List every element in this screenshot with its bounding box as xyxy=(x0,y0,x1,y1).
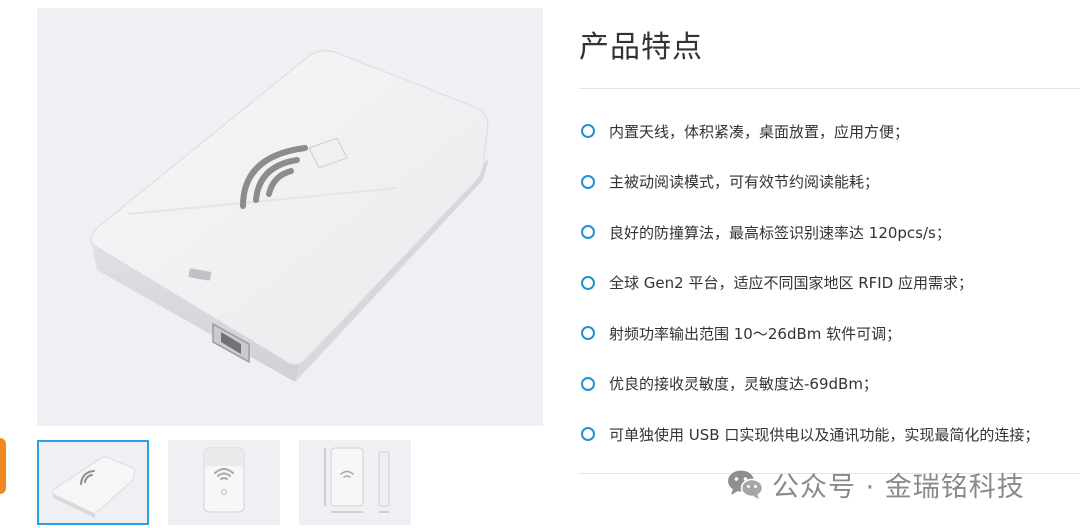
circle-bullet-icon xyxy=(581,174,595,189)
feature-text: 主被动阅读模式，可有效节约阅读能耗； xyxy=(609,173,880,192)
rfid-reader-dimensions-thumbnail[interactable] xyxy=(299,440,411,525)
list-item: 内置天线，体积紧凑，桌面放置，应用方便； xyxy=(579,106,1079,157)
list-item: 射频功率输出范围 10～26dBm 软件可调； xyxy=(579,308,1079,359)
list-item: 主被动阅读模式，可有效节约阅读能耗； xyxy=(579,157,1079,208)
list-item: 良好的防撞算法，最高标签识别速率达 120pcs/s； xyxy=(579,207,1079,258)
circle-bullet-icon xyxy=(581,427,595,442)
circle-bullet-icon xyxy=(581,124,595,139)
side-tab[interactable] xyxy=(0,438,6,494)
rfid-reader-device-image xyxy=(37,8,543,426)
feature-list: 内置天线，体积紧凑，桌面放置，应用方便； 主被动阅读模式，可有效节约阅读能耗； … xyxy=(579,106,1079,460)
divider xyxy=(579,88,1080,89)
feature-text: 优良的接收灵敏度，灵敏度达-69dBm； xyxy=(609,375,878,394)
section-title: 产品特点 xyxy=(579,30,703,65)
list-item: 可单独使用 USB 口实现供电以及通讯功能，实现最简化的连接； xyxy=(579,409,1079,460)
circle-bullet-icon xyxy=(581,326,595,341)
feature-text: 可单独使用 USB 口实现供电以及通讯功能，实现最简化的连接； xyxy=(609,425,1040,444)
feature-text: 射频功率输出范围 10～26dBm 软件可调； xyxy=(609,324,902,343)
circle-bullet-icon xyxy=(581,376,595,391)
watermark-text: 公众号 · 金瑞铭科技 xyxy=(772,471,1025,503)
rfid-reader-front-thumbnail[interactable] xyxy=(168,440,280,525)
list-item: 优良的接收灵敏度，灵敏度达-69dBm； xyxy=(579,359,1079,410)
feature-text: 全球 Gen2 平台，适应不同国家地区 RFID 应用需求； xyxy=(609,274,974,293)
circle-bullet-icon xyxy=(581,275,595,290)
wechat-icon xyxy=(726,468,764,500)
feature-text: 良好的防撞算法，最高标签识别速率达 120pcs/s； xyxy=(609,223,951,242)
list-item: 全球 Gen2 平台，适应不同国家地区 RFID 应用需求； xyxy=(579,258,1079,309)
feature-text: 内置天线，体积紧凑，桌面放置，应用方便； xyxy=(609,122,910,141)
watermark: 公众号 · 金瑞铭科技 xyxy=(726,462,1025,506)
rfid-reader-angled-thumbnail[interactable] xyxy=(37,440,149,525)
circle-bullet-icon xyxy=(581,225,595,240)
